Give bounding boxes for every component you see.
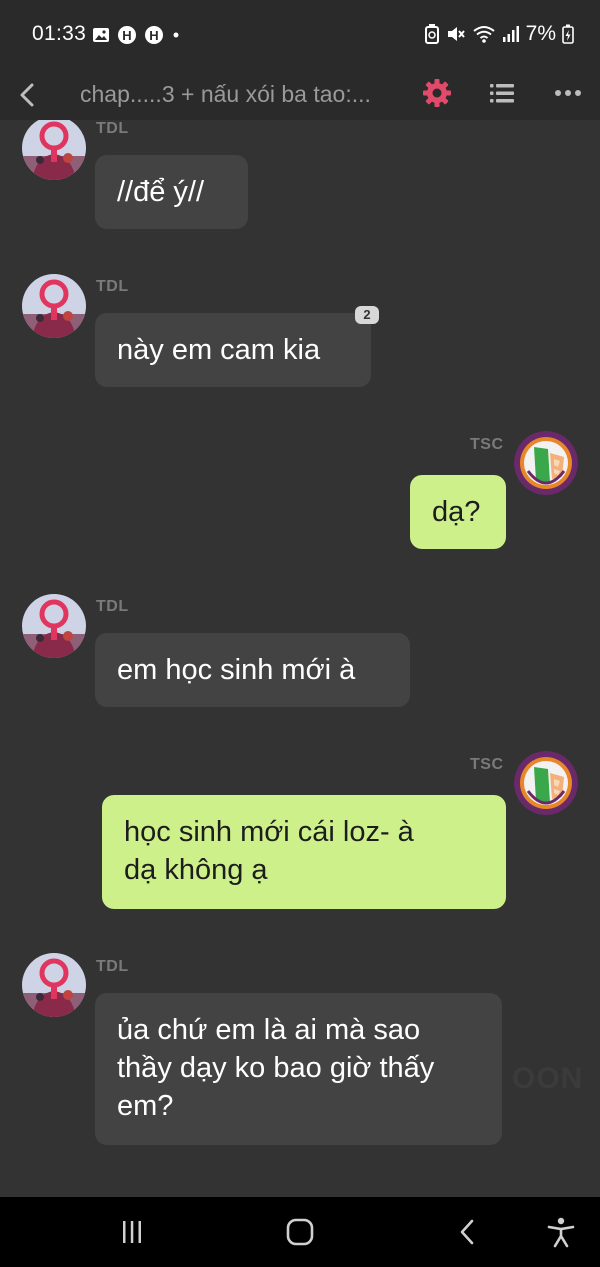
status-bar: 01:33 H H 7% <box>0 0 600 70</box>
battery-percent: 7% <box>525 22 556 45</box>
home-button[interactable] <box>282 1215 318 1249</box>
avatar[interactable] <box>22 120 86 180</box>
sender-name: TDL <box>96 120 129 137</box>
reaction-count-badge[interactable]: 2 <box>355 306 379 324</box>
more-options-button[interactable] <box>551 77 585 109</box>
tdl-avatar-image <box>22 274 86 338</box>
recent-apps-icon <box>123 1221 141 1243</box>
message-bubble[interactable]: này em cam kia <box>95 313 371 387</box>
avatar[interactable] <box>22 594 86 658</box>
h-app-icon: H <box>117 25 137 45</box>
sender-name: TSC <box>470 756 504 773</box>
tsc-avatar-image <box>514 431 578 495</box>
chat-area[interactable]: TDL //để ý// TDL này em cam kia 2 TSC dạ… <box>0 120 600 1197</box>
chevron-left-icon <box>20 83 34 107</box>
avatar[interactable] <box>514 431 578 495</box>
battery-charging-icon <box>562 24 574 44</box>
tsc-avatar-image <box>514 751 578 815</box>
system-back-button[interactable] <box>450 1215 486 1249</box>
tdl-avatar-image <box>22 594 86 658</box>
mute-icon <box>446 24 466 44</box>
status-time: 01:33 <box>32 22 87 45</box>
gear-icon <box>423 79 451 107</box>
message-text-line: học sinh mới cái loz- à <box>124 816 414 848</box>
message-text-line: thầy dạy ko bao giờ thấy <box>117 1052 435 1084</box>
avatar[interactable] <box>514 751 578 815</box>
sender-name: TDL <box>96 278 129 295</box>
avatar[interactable] <box>22 274 86 338</box>
accessibility-icon <box>547 1217 575 1248</box>
status-icons-right: 7% <box>424 22 574 46</box>
message-text-line: em học sinh mới à <box>117 654 356 686</box>
status-icons-left: H H <box>92 25 181 45</box>
message-text-line: này em cam kia <box>117 334 321 366</box>
tdl-avatar-image <box>22 953 86 1017</box>
home-icon <box>286 1218 314 1246</box>
chat-title[interactable]: chap.....3 + nấu xói ba tao:... <box>80 81 410 108</box>
message-text-line: dạ? <box>432 496 481 528</box>
svg-text:H: H <box>122 28 131 43</box>
watermark: OON <box>512 1062 584 1095</box>
sender-name: TDL <box>96 598 129 615</box>
message-text-line: em? <box>117 1090 174 1122</box>
settings-button[interactable] <box>420 76 454 110</box>
signal-icon <box>502 25 520 43</box>
svg-text:H: H <box>149 28 158 43</box>
message-bubble[interactable]: ủa chứ em là ai mà sao thầy dạy ko bao g… <box>95 993 502 1145</box>
recycle-icon <box>424 24 440 44</box>
sender-name: TSC <box>470 436 504 453</box>
app-bar: chap.....3 + nấu xói ba tao:... <box>0 70 600 120</box>
message-text-line: //để ý// <box>117 176 205 208</box>
tdl-avatar-image <box>22 120 86 180</box>
message-bubble[interactable]: dạ? <box>410 475 506 549</box>
accessibility-button[interactable] <box>543 1215 579 1249</box>
message-text-line: dạ không ạ <box>124 854 268 886</box>
back-icon <box>460 1219 474 1245</box>
wifi-icon <box>472 24 496 44</box>
sender-name: TDL <box>96 958 129 975</box>
more-dots-icon <box>555 90 581 96</box>
back-button[interactable] <box>14 78 44 112</box>
list-button[interactable] <box>486 77 518 109</box>
recent-apps-button[interactable] <box>114 1215 150 1249</box>
navigation-bar <box>0 1197 600 1267</box>
message-bubble[interactable]: em học sinh mới à <box>95 633 410 707</box>
message-bubble[interactable]: //để ý// <box>95 155 248 229</box>
message-text-line: ủa chứ em là ai mà sao <box>117 1014 421 1046</box>
message-bubble[interactable]: học sinh mới cái loz- à dạ không ạ <box>102 795 506 909</box>
h-app-icon: H <box>144 25 164 45</box>
dot-icon <box>171 30 181 40</box>
gallery-icon <box>92 27 110 43</box>
avatar[interactable] <box>22 953 86 1017</box>
list-icon <box>490 84 514 103</box>
